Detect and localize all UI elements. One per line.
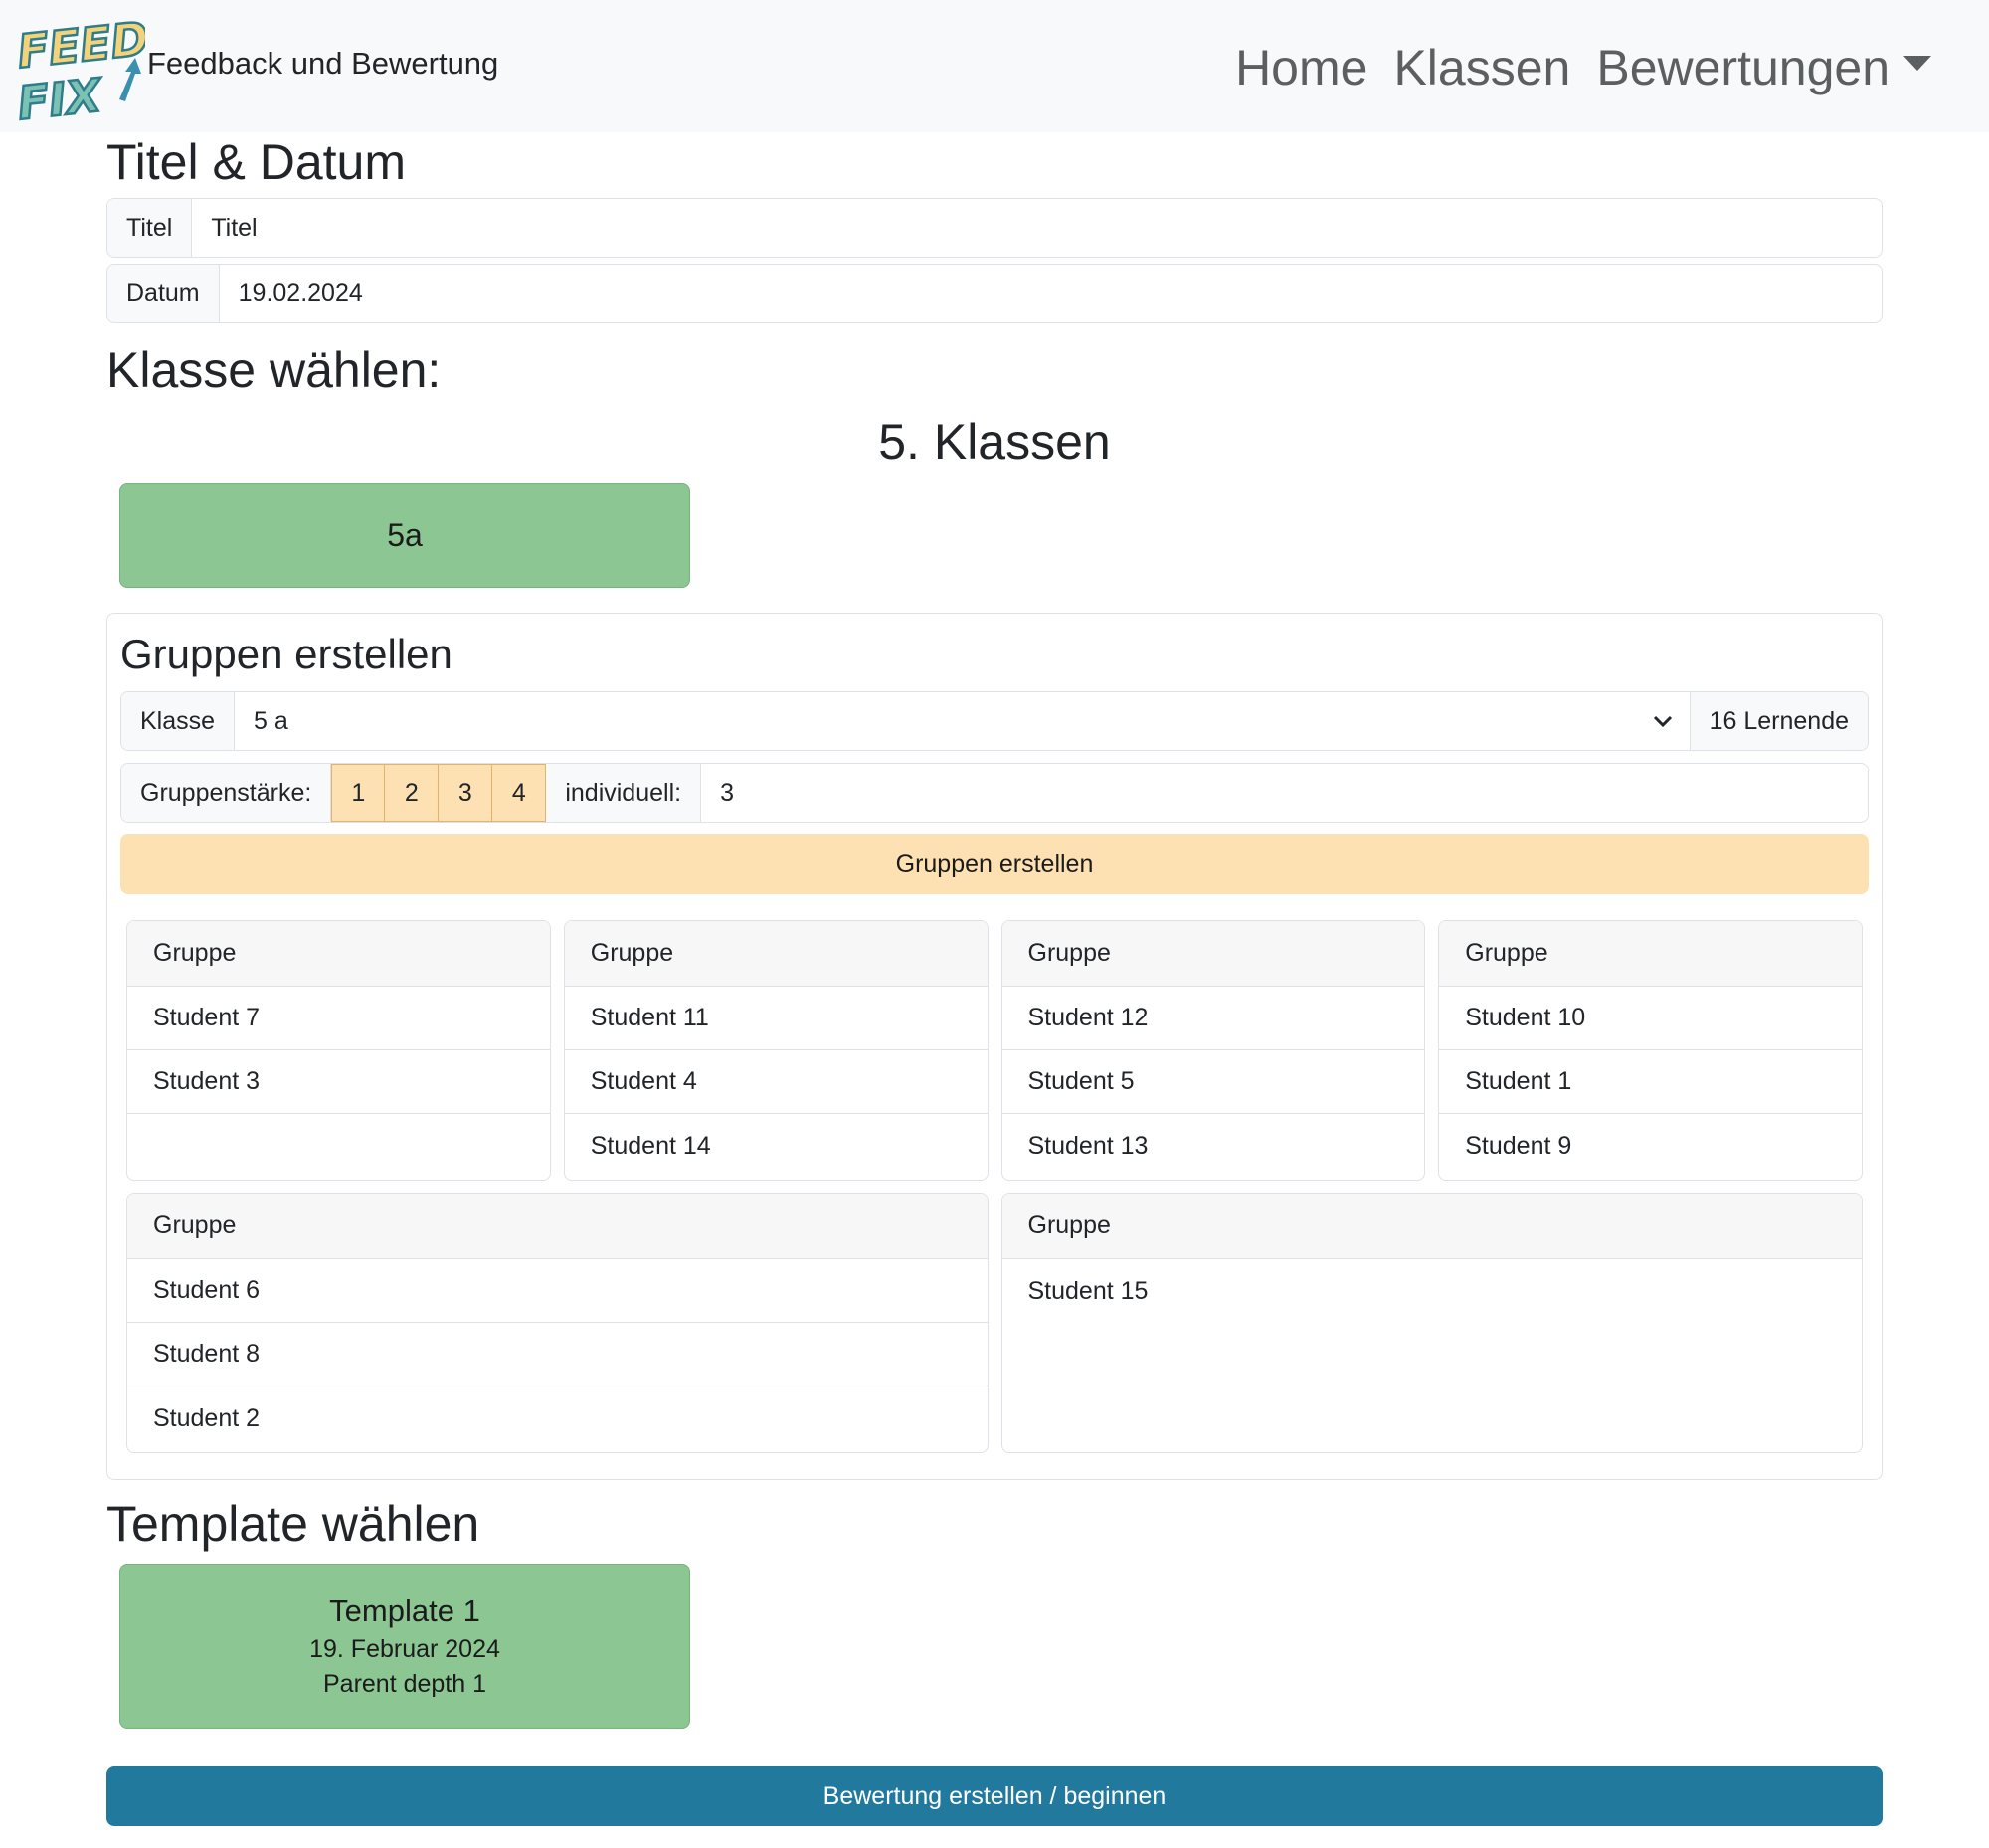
- class-card-5a[interactable]: 5a: [119, 483, 690, 588]
- group-card: Gruppe Student 12 Student 5 Student 13: [1000, 920, 1426, 1181]
- group-card: Gruppe Student 6 Student 8 Student 2: [126, 1193, 989, 1453]
- create-groups-button[interactable]: Gruppen erstellen: [120, 834, 1869, 894]
- group-member: Student 15: [1027, 1276, 1149, 1305]
- grade-heading: 5. Klassen: [878, 414, 1111, 469]
- class-select[interactable]: 5 a: [235, 692, 1690, 750]
- navbar: FEED FIX Feedback und Bewertung Home Kla…: [0, 0, 1989, 132]
- group-title: Gruppe: [127, 1194, 988, 1259]
- group-member: Student 4: [564, 1050, 988, 1114]
- group-card: Gruppe Student 11 Student 4 Student 14: [563, 920, 989, 1181]
- group-card: Gruppe Student 15: [1000, 1193, 1863, 1453]
- nav-bewertungen-label: Bewertungen: [1596, 40, 1890, 95]
- date-label: Datum: [107, 265, 220, 322]
- title-label: Titel: [107, 199, 193, 257]
- group-title: Gruppe: [1001, 1194, 1862, 1259]
- group-member-empty: [127, 1114, 550, 1178]
- custom-size-label: individuell:: [546, 764, 702, 822]
- class-select-heading: Klasse wählen:: [106, 342, 442, 398]
- group-row-1: Gruppe Student 7 Student 3 Gruppe Studen…: [120, 920, 1869, 1181]
- nav-klassen[interactable]: Klassen: [1393, 38, 1570, 97]
- class-select-value: 5 a: [254, 706, 288, 735]
- nav-links: Home Klassen Bewertungen: [1235, 38, 1931, 97]
- group-member: Student 3: [127, 1050, 550, 1114]
- group-member: Student 10: [1439, 987, 1862, 1050]
- nav-home[interactable]: Home: [1235, 38, 1367, 97]
- template-info: Parent depth 1: [322, 1670, 486, 1698]
- group-member: Student 2: [153, 1403, 261, 1432]
- class-select-label: Klasse: [121, 692, 236, 750]
- group-size-label: Gruppenstärke:: [121, 764, 332, 822]
- group-member: Student 14: [590, 1131, 711, 1160]
- date-input-group: Datum 19.02.2024: [106, 264, 1883, 323]
- group-member: Student 11: [564, 987, 988, 1050]
- group-member: Student 9: [1465, 1131, 1572, 1160]
- group-member: Student 6: [127, 1259, 988, 1323]
- logo-text-feed: FEED: [16, 12, 145, 79]
- title-input-group: Titel Titel: [106, 198, 1883, 258]
- template-card[interactable]: Template 1 19. Februar 2024 Parent depth…: [119, 1564, 690, 1729]
- brand-title: Feedback und Bewertung: [147, 46, 499, 81]
- group-title: Gruppe: [564, 921, 988, 987]
- group-row-2: Gruppe Student 6 Student 8 Student 2 Gru…: [120, 1193, 1869, 1453]
- group-member: Student 8: [127, 1323, 988, 1386]
- group-member: Student 1: [1439, 1050, 1862, 1114]
- create-assessment-button[interactable]: Bewertung erstellen / beginnen: [106, 1766, 1883, 1826]
- title-input[interactable]: Titel: [192, 199, 1882, 257]
- group-title: Gruppe: [1001, 921, 1425, 987]
- title-date-heading: Titel & Datum: [106, 134, 407, 190]
- group-member: Student 12: [1001, 987, 1425, 1050]
- logo-text-fix: FIX: [16, 68, 106, 123]
- feedfix-logo[interactable]: FEED FIX: [16, 12, 145, 123]
- template-name: Template 1: [329, 1593, 480, 1628]
- nav-bewertungen-dropdown[interactable]: Bewertungen: [1596, 38, 1931, 97]
- group-member: Student 13: [1027, 1131, 1149, 1160]
- main-content: Titel & Datum Titel Titel Datum 19.02.20…: [106, 132, 1883, 1826]
- chevron-down-icon: [1652, 714, 1674, 728]
- group-size-2-button[interactable]: 2: [385, 764, 440, 822]
- group-card: Gruppe Student 10 Student 1 Student 9: [1438, 920, 1863, 1181]
- caret-down-icon: [1903, 56, 1931, 71]
- class-card-label: 5a: [387, 517, 423, 553]
- group-member: Student 7: [127, 987, 550, 1050]
- group-size-1-button[interactable]: 1: [331, 764, 386, 822]
- date-input[interactable]: 19.02.2024: [220, 265, 1882, 322]
- template-heading: Template wählen: [106, 1496, 480, 1552]
- class-select-group: Klasse 5 a 16 Lernende: [120, 691, 1869, 751]
- group-title: Gruppe: [127, 921, 550, 987]
- group-size-4-button[interactable]: 4: [492, 764, 547, 822]
- groups-heading: Gruppen erstellen: [120, 631, 452, 677]
- template-date: 19. Februar 2024: [309, 1635, 500, 1663]
- custom-size-input[interactable]: 3: [701, 764, 1868, 822]
- learner-count: 16 Lernende: [1689, 692, 1868, 750]
- group-member: Student 5: [1001, 1050, 1425, 1114]
- group-size-group: Gruppenstärke: 1 2 3 4 individuell: 3: [120, 763, 1869, 823]
- group-size-3-button[interactable]: 3: [439, 764, 493, 822]
- groups-card: Gruppen erstellen Klasse 5 a 16 Lernende…: [106, 613, 1883, 1480]
- group-card: Gruppe Student 7 Student 3: [126, 920, 551, 1181]
- group-title: Gruppe: [1439, 921, 1862, 987]
